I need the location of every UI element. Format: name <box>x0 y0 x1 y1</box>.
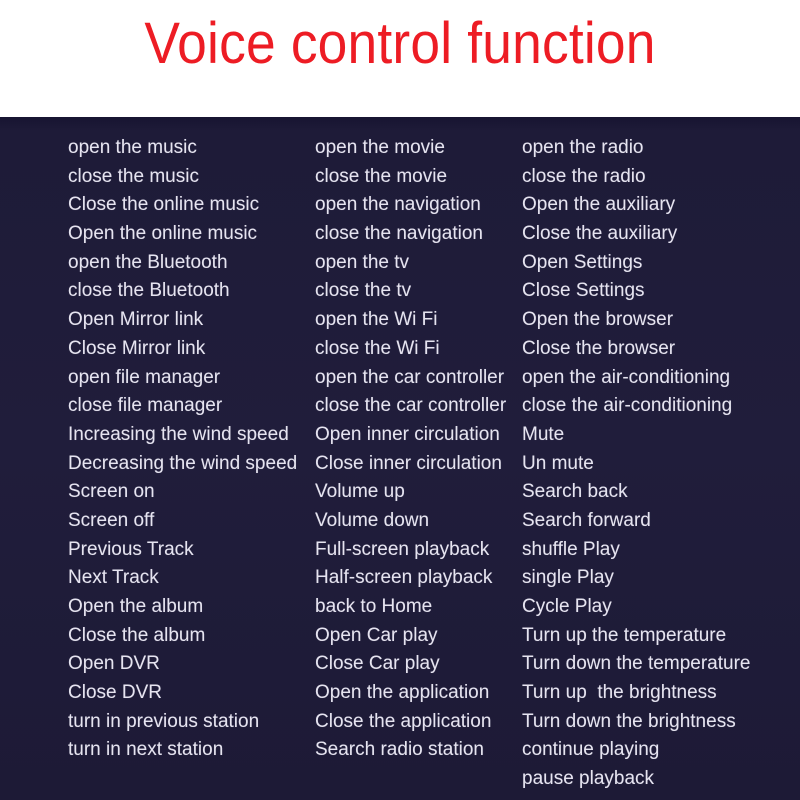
voice-command-item: open the Wi Fi <box>315 309 438 331</box>
voice-command-item: Full-screen playback <box>315 538 490 560</box>
voice-command-item: Open the online music <box>68 223 258 245</box>
command-list-panel: open the music close the music Close the o… <box>0 117 800 800</box>
voice-command-item: Search radio station <box>315 739 484 761</box>
voice-command-item: Close Mirror link <box>68 337 206 359</box>
voice-command-item: open the tv <box>315 251 410 273</box>
voice-command-item: Decreasing the wind speed <box>68 452 298 474</box>
voice-command-item: Screen off <box>68 509 155 531</box>
voice-command-item: close the Bluetooth <box>68 280 230 302</box>
voice-command-item: Search back <box>522 481 628 503</box>
command-column-3: open the radio close the radio Open the au… <box>522 134 797 794</box>
voice-command-item: Open inner circulation <box>315 423 500 445</box>
voice-command-item: Turn down the temperature <box>522 653 751 675</box>
voice-command-item: Volume up <box>315 481 405 503</box>
command-column-1: open the music close the music Close the o… <box>68 134 318 765</box>
voice-command-item: Screen on <box>68 481 155 503</box>
voice-command-item: open file manager <box>68 366 221 388</box>
voice-command-item: Open the album <box>68 596 204 617</box>
voice-command-item: Open the browser <box>522 309 674 331</box>
voice-command-item: Search forward <box>522 509 651 531</box>
voice-command-item: turn in previous station <box>68 710 260 732</box>
voice-command-item: single Play <box>522 567 614 589</box>
voice-command-item: Un mute <box>522 452 594 474</box>
voice-command-item: close file manager <box>68 395 223 417</box>
voice-command-item: close the tv <box>315 280 412 302</box>
page-title: Voice control function <box>144 11 656 76</box>
voice-command-item: Next Track <box>68 567 159 589</box>
voice-command-item: open the car controller <box>315 366 505 388</box>
voice-command-item: Close the online music <box>68 194 260 216</box>
voice-command-item: Turn up the temperature <box>522 624 727 646</box>
voice-command-item: pause playback <box>522 768 655 790</box>
voice-command-item: Open Settings <box>522 251 643 273</box>
voice-command-item: Turn up the brightness <box>522 682 717 704</box>
voice-command-item: open the radio <box>522 137 644 158</box>
voice-control-page: Voice control function open the music clo… <box>0 0 800 800</box>
voice-command-item: Open the application <box>315 682 490 704</box>
voice-command-item: Open the auxiliary <box>522 194 676 216</box>
voice-command-item: Close inner circulation <box>315 452 502 474</box>
voice-command-item: Close Settings <box>522 280 645 302</box>
voice-command-item: continue playing <box>522 739 660 761</box>
page-header: Voice control function <box>0 0 800 117</box>
voice-command-item: close the air-conditioning <box>522 395 733 417</box>
voice-command-item: Previous Track <box>68 538 194 560</box>
voice-command-item: Open DVR <box>68 653 160 675</box>
voice-command-item: Close DVR <box>68 682 162 704</box>
voice-command-item: open the movie <box>315 137 445 158</box>
voice-command-item: close the music <box>68 165 199 187</box>
voice-command-item: Close the auxiliary <box>522 223 678 245</box>
voice-command-item: Close the album <box>68 624 206 646</box>
voice-command-item: close the navigation <box>315 223 483 245</box>
voice-command-item: Volume down <box>315 509 430 531</box>
voice-command-item: turn in next station <box>68 739 224 761</box>
voice-command-item: open the navigation <box>315 194 481 216</box>
command-column-2: open the movie close the movie open the na… <box>315 134 525 765</box>
voice-command-item: Mute <box>522 423 565 445</box>
voice-command-item: Increasing the wind speed <box>68 423 289 445</box>
voice-command-item: Close the browser <box>522 337 676 359</box>
voice-command-item: close the movie <box>315 165 448 187</box>
voice-command-item: Cycle Play <box>522 596 612 617</box>
voice-command-item: shuffle Play <box>522 538 620 560</box>
voice-command-item: Close the application <box>315 710 492 732</box>
voice-command-item: back to Home <box>315 596 433 617</box>
voice-command-item: Half-screen playback <box>315 567 493 589</box>
voice-command-item: close the radio <box>522 165 646 187</box>
command-columns: open the music close the music Close the o… <box>0 117 800 800</box>
voice-command-item: Close Car play <box>315 653 440 675</box>
voice-command-item: Turn down the brightness <box>522 710 736 732</box>
voice-command-item: close the car controller <box>315 395 507 417</box>
voice-command-item: Open Car play <box>315 624 438 646</box>
voice-command-item: close the Wi Fi <box>315 337 440 359</box>
voice-command-item: open the music <box>68 137 197 158</box>
voice-command-item: Open Mirror link <box>68 309 204 331</box>
voice-command-item: open the air-conditioning <box>522 366 731 388</box>
voice-command-item: open the Bluetooth <box>68 251 228 273</box>
